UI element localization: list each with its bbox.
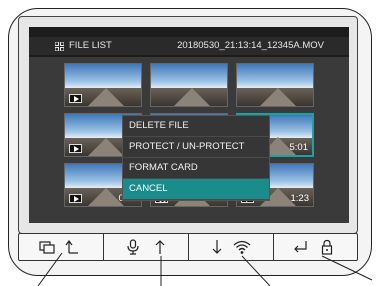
callout-lines	[37, 252, 373, 286]
